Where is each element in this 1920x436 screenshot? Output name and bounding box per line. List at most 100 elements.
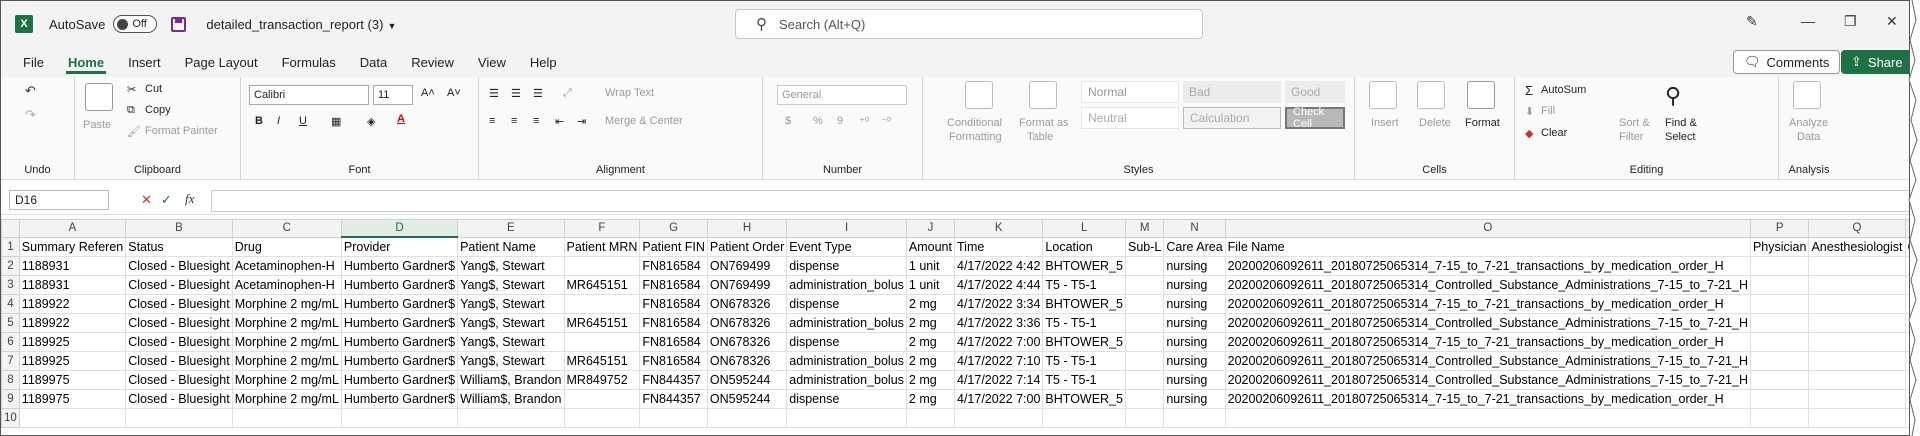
cell[interactable]: FN816584: [639, 275, 708, 295]
clear-button[interactable]: Clear: [1541, 127, 1567, 139]
format-painter-button[interactable]: Format Painter: [145, 125, 218, 137]
cell[interactable]: [1808, 370, 1906, 390]
cell[interactable]: [639, 408, 708, 428]
cell[interactable]: administration_bolus: [786, 370, 907, 390]
cell[interactable]: Humberto Gardner$: [340, 275, 459, 295]
column-header-i[interactable]: I: [786, 219, 907, 238]
format-as-table-button[interactable]: Format as: [1019, 117, 1069, 129]
cell[interactable]: nursing: [1163, 351, 1226, 371]
column-header-p[interactable]: P: [1749, 219, 1810, 238]
cell[interactable]: Closed - Bluesight: [125, 332, 233, 352]
restore-icon[interactable]: ❐: [1844, 13, 1857, 30]
redo-icon[interactable]: ↷: [25, 107, 36, 123]
cell[interactable]: dispense: [786, 332, 907, 352]
cell[interactable]: 4/17/2022 7:00: [953, 332, 1044, 352]
cell[interactable]: administration_bolus: [786, 313, 907, 333]
copy-button[interactable]: Copy: [145, 104, 171, 116]
cell[interactable]: [1124, 351, 1165, 371]
cell[interactable]: nursing: [1163, 370, 1226, 390]
cell[interactable]: [1808, 351, 1906, 371]
cell[interactable]: ON769499: [706, 256, 788, 276]
cell[interactable]: Humberto Gardner$: [340, 294, 459, 314]
merge-center-button[interactable]: Merge & Center: [605, 115, 683, 127]
find-select-button[interactable]: Find &: [1665, 117, 1697, 129]
row-header[interactable]: 9: [1, 389, 20, 409]
formula-input[interactable]: [211, 190, 1909, 212]
cell[interactable]: 4/17/2022 7:10: [953, 351, 1044, 371]
cell[interactable]: Acetaminophen-H: [231, 256, 342, 276]
row-header[interactable]: 2: [1, 256, 20, 276]
cell[interactable]: William$, Brandon: [457, 389, 565, 409]
spreadsheet-grid[interactable]: ABCDEFGHIJKLMNOPQRS1Summary ReferenStatu…: [1, 219, 1909, 428]
cell[interactable]: [1124, 256, 1165, 276]
cell[interactable]: ON678326: [706, 294, 788, 314]
column-header-d[interactable]: D: [340, 219, 459, 238]
cell[interactable]: FN844357: [639, 370, 708, 390]
align-right-icon[interactable]: ≡: [533, 115, 539, 127]
autosum-button[interactable]: AutoSum: [1541, 84, 1586, 96]
format-cells-icon[interactable]: [1467, 81, 1495, 109]
column-header-o[interactable]: O: [1224, 219, 1751, 238]
font-color-icon[interactable]: A: [397, 113, 405, 125]
cell[interactable]: nursing: [1163, 294, 1226, 314]
enter-icon[interactable]: ✓: [161, 192, 172, 208]
cell[interactable]: nursing: [1163, 313, 1226, 333]
cell[interactable]: Closed - Bluesight: [125, 294, 233, 314]
cell[interactable]: Patient MRN: [563, 236, 641, 257]
analyze-data-button[interactable]: Analyze: [1789, 117, 1828, 129]
sheet-table[interactable]: ABCDEFGHIJKLMNOPQRS1Summary ReferenStatu…: [1, 219, 1909, 428]
cell[interactable]: ON595244: [706, 370, 788, 390]
cell[interactable]: 1 unit: [905, 275, 956, 295]
cell[interactable]: nursing: [1163, 389, 1226, 409]
paste-icon[interactable]: [85, 83, 113, 111]
cell[interactable]: [18, 408, 127, 428]
cell[interactable]: William$, Brandon: [457, 370, 565, 390]
cell[interactable]: 1189925: [18, 351, 127, 371]
cell[interactable]: Closed - Bluesight: [125, 389, 233, 409]
bold-button[interactable]: B: [255, 115, 263, 127]
style-neutral[interactable]: Neutral: [1081, 107, 1179, 129]
cell[interactable]: Patient FIN: [639, 236, 708, 257]
borders-icon[interactable]: ▦: [331, 115, 341, 128]
cell[interactable]: [1224, 408, 1751, 428]
cell[interactable]: [125, 408, 233, 428]
cell[interactable]: [1749, 294, 1810, 314]
cell[interactable]: Patient Order: [706, 236, 788, 257]
cell[interactable]: [563, 408, 641, 428]
minimize-icon[interactable]: —: [1801, 13, 1815, 29]
fill-color-icon[interactable]: ◈: [367, 115, 375, 128]
cell[interactable]: [786, 408, 907, 428]
row-header[interactable]: 8: [1, 370, 20, 390]
cell[interactable]: dispense: [786, 294, 907, 314]
percent-icon[interactable]: %: [813, 115, 823, 127]
increase-decimal-icon[interactable]: ⁺⁰: [859, 115, 869, 128]
delete-button[interactable]: Delete: [1419, 117, 1451, 129]
cell[interactable]: FN816584: [639, 313, 708, 333]
cell[interactable]: [1808, 256, 1906, 276]
cell[interactable]: MR645151: [563, 313, 641, 333]
cancel-icon[interactable]: ✕: [141, 192, 152, 208]
cell[interactable]: File Name: [1224, 236, 1751, 257]
undo-icon[interactable]: ↶: [25, 83, 36, 99]
column-header-j[interactable]: J: [905, 219, 956, 238]
cell[interactable]: Yang$, Stewart: [457, 294, 565, 314]
cell[interactable]: 1188931: [18, 256, 127, 276]
cell[interactable]: [563, 389, 641, 409]
column-header-e[interactable]: E: [457, 219, 565, 238]
cell[interactable]: 4/17/2022 4:42: [953, 256, 1044, 276]
cell[interactable]: [1808, 389, 1906, 409]
style-good[interactable]: Good: [1285, 81, 1345, 103]
cell[interactable]: [1808, 408, 1906, 428]
format-as-table-button-line2[interactable]: Table: [1027, 131, 1053, 143]
row-header[interactable]: 3: [1, 275, 20, 295]
cell[interactable]: Time: [953, 236, 1044, 257]
save-icon[interactable]: [171, 16, 187, 32]
cell[interactable]: 4/17/2022 3:36: [953, 313, 1044, 333]
cell[interactable]: [1808, 313, 1906, 333]
autosave-toggle[interactable]: Off: [113, 15, 158, 33]
cell[interactable]: FN816584: [639, 332, 708, 352]
cell[interactable]: Yang$, Stewart: [457, 256, 565, 276]
analyze-data-icon[interactable]: [1793, 81, 1821, 109]
cell[interactable]: dispense: [786, 389, 907, 409]
conditional-formatting-button[interactable]: Conditional: [947, 117, 1002, 129]
